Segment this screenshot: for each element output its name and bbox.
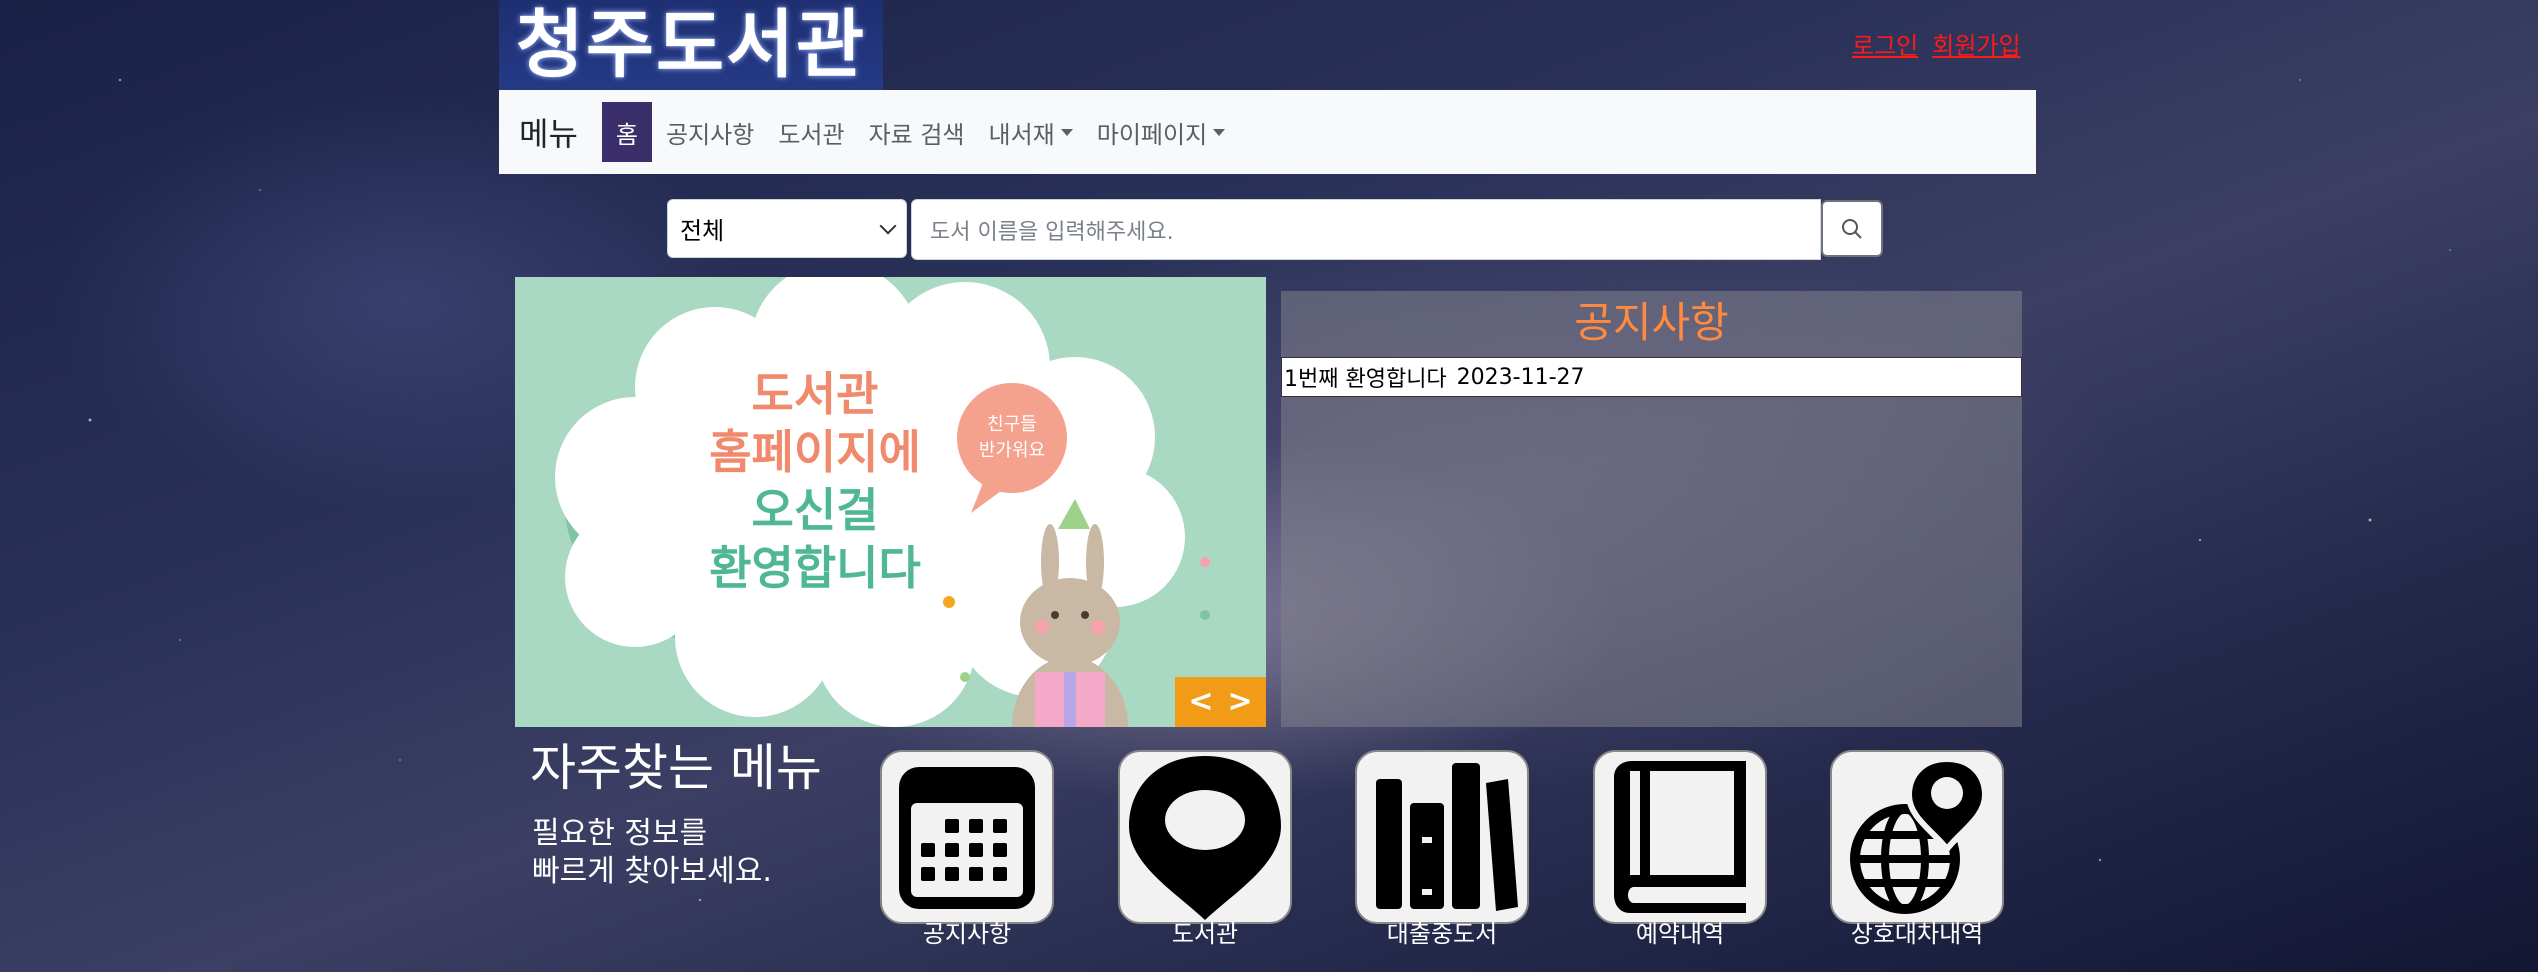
nav-item-my-shelf-label: 내서재 bbox=[988, 120, 1055, 149]
quick-menu-label: 예약내역 bbox=[1635, 920, 1725, 948]
quick-menu-subtitle: 필요한 정보를 빠르게 찾아보세요. bbox=[532, 815, 772, 891]
slide-line-1: 도서관 bbox=[751, 367, 879, 421]
slide-line-3: 오신걸 bbox=[751, 483, 879, 537]
bubble-line-1: 친구들 bbox=[987, 414, 1037, 435]
bubble-line-2: 반가워요 bbox=[978, 440, 1046, 461]
carousel-slide-text: 도서관 홈페이지에 오신걸 환영합니다 bbox=[685, 365, 945, 597]
welcome-carousel[interactable]: 도서관 홈페이지에 오신걸 환영합니다 친구들 반가워요 < > bbox=[515, 277, 1266, 727]
books-icon bbox=[1355, 750, 1529, 924]
nav-item-search[interactable]: 자료 검색 bbox=[857, 102, 977, 162]
quick-menu-label: 도서관 bbox=[1171, 920, 1239, 948]
quick-menu-subtitle-line-2: 빠르게 찾아보세요. bbox=[532, 854, 772, 889]
calendar-icon bbox=[880, 750, 1054, 924]
quick-menu-label: 대출중도서 bbox=[1386, 920, 1498, 948]
search-category-value: 전체 bbox=[680, 217, 725, 245]
carousel-prev-button[interactable]: < bbox=[1188, 687, 1213, 717]
notice-panel: 공지사항 1번째 환영합니다 2023-11-27 bbox=[1281, 291, 2022, 727]
login-link[interactable]: 로그인 bbox=[1852, 26, 1918, 61]
quick-menu-label: 상호대차내역 bbox=[1850, 920, 1984, 948]
quick-menu-item-library[interactable]: 도서관 bbox=[1116, 750, 1294, 948]
quick-menu-label: 공지사항 bbox=[922, 920, 1012, 948]
slide-line-4: 환영합니다 bbox=[709, 541, 921, 595]
map-pin-icon bbox=[1118, 750, 1292, 924]
nav-item-library[interactable]: 도서관 bbox=[766, 102, 856, 162]
quick-menu-item-reservations[interactable]: 예약내역 bbox=[1591, 750, 1769, 948]
quick-menu-title: 자주찾는 메뉴 bbox=[530, 739, 822, 797]
auth-links: 로그인 회원가입 bbox=[1852, 26, 2021, 61]
book-icon bbox=[1593, 750, 1767, 924]
quick-menu-subtitle-line-1: 필요한 정보를 bbox=[532, 816, 708, 851]
search-icon bbox=[1842, 218, 1862, 239]
caret-down-icon bbox=[1060, 128, 1073, 136]
nav-item-home[interactable]: 홈 bbox=[601, 102, 652, 162]
quick-menu-item-interlibrary[interactable]: 상호대차내역 bbox=[1828, 750, 2006, 948]
main-navbar: 메뉴 홈 공지사항 도서관 자료 검색 내서재 마이페이지 bbox=[499, 90, 2036, 174]
quick-menu-item-borrowed[interactable]: 대출중도서 bbox=[1353, 750, 1531, 948]
search-placeholder: 도서 이름을 입력해주세요. bbox=[930, 219, 1174, 245]
signup-link[interactable]: 회원가입 bbox=[1932, 26, 2020, 61]
search-input[interactable]: 도서 이름을 입력해주세요. bbox=[911, 199, 1821, 260]
site-logo[interactable]: 청주도서관 bbox=[499, 0, 883, 90]
quick-menu-item-notice[interactable]: 공지사항 bbox=[878, 750, 1056, 948]
globe-pin-icon bbox=[1830, 750, 2004, 924]
carousel-controls: < > bbox=[1175, 677, 1266, 727]
chevron-down-icon bbox=[879, 217, 897, 234]
notice-list-item[interactable]: 1번째 환영합니다 2023-11-27 bbox=[1281, 357, 2022, 397]
nav-item-mypage-label: 마이페이지 bbox=[1096, 120, 1208, 149]
notice-item-date: 2023-11-27 bbox=[1456, 364, 1585, 390]
notice-panel-title: 공지사항 bbox=[1574, 298, 1729, 347]
site-logo-text: 청주도서관 bbox=[515, 2, 867, 88]
carousel-next-button[interactable]: > bbox=[1228, 687, 1253, 717]
slide-line-2: 홈페이지에 bbox=[709, 425, 921, 479]
nav-item-mypage[interactable]: 마이페이지 bbox=[1085, 102, 1237, 162]
search-button[interactable] bbox=[1821, 200, 1883, 257]
notice-item-title: 1번째 환영합니다 bbox=[1284, 367, 1447, 392]
caret-down-icon bbox=[1213, 128, 1226, 136]
speech-bubble: 친구들 반가워요 bbox=[957, 383, 1067, 493]
nav-item-notice[interactable]: 공지사항 bbox=[654, 102, 766, 162]
nav-brand[interactable]: 메뉴 bbox=[519, 109, 578, 155]
nav-item-my-shelf[interactable]: 내서재 bbox=[977, 102, 1085, 162]
search-category-select[interactable]: 전체 bbox=[667, 199, 907, 258]
